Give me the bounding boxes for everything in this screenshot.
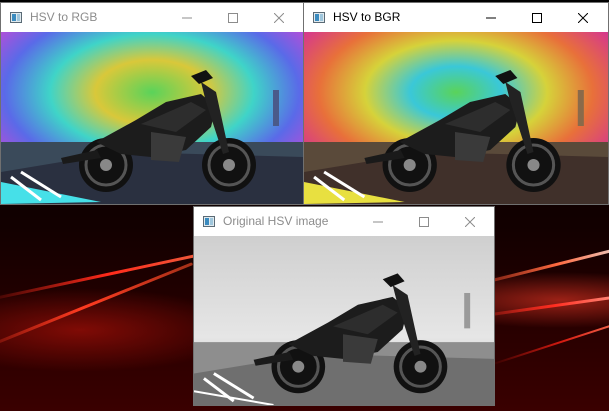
window-hsv-to-rgb[interactable]: HSV to RGB	[1, 3, 303, 204]
hsv-to-bgr-image	[304, 32, 608, 204]
window-title: HSV to BGR	[333, 10, 401, 24]
red-light-streak	[479, 243, 609, 285]
maximize-icon	[419, 216, 429, 227]
image-display	[304, 32, 608, 204]
window-hsv-to-bgr[interactable]: HSV to BGR	[304, 3, 608, 204]
title-bar[interactable]: HSV to RGB	[1, 3, 303, 32]
window-original-hsv[interactable]: Original HSV image	[194, 207, 494, 405]
minimize-button[interactable]	[468, 3, 514, 32]
window-title: HSV to RGB	[30, 10, 98, 24]
maximize-button[interactable]	[514, 3, 560, 32]
image-display	[1, 32, 303, 204]
maximize-icon	[228, 12, 238, 23]
maximize-icon	[532, 12, 542, 23]
close-button[interactable]	[560, 3, 606, 32]
title-bar[interactable]: Original HSV image	[194, 207, 494, 236]
title-bar[interactable]: HSV to BGR	[304, 3, 608, 32]
window-title: Original HSV image	[223, 214, 329, 228]
app-icon[interactable]	[203, 216, 215, 227]
image-display	[194, 236, 494, 405]
close-button[interactable]	[447, 207, 493, 236]
maximize-button[interactable]	[401, 207, 447, 236]
minimize-button[interactable]	[355, 207, 401, 236]
original-hsv-image	[194, 236, 494, 405]
minimize-icon	[182, 17, 192, 18]
close-button[interactable]	[256, 3, 302, 32]
red-light-streak	[489, 317, 609, 366]
close-icon	[465, 216, 475, 227]
hsv-to-rgb-image	[1, 32, 303, 204]
close-icon	[578, 12, 588, 23]
app-icon[interactable]	[313, 12, 325, 23]
minimize-icon	[373, 221, 383, 222]
app-icon[interactable]	[10, 12, 22, 23]
minimize-button[interactable]	[164, 3, 210, 32]
maximize-button[interactable]	[210, 3, 256, 32]
minimize-icon	[486, 17, 496, 18]
close-icon	[274, 12, 284, 23]
